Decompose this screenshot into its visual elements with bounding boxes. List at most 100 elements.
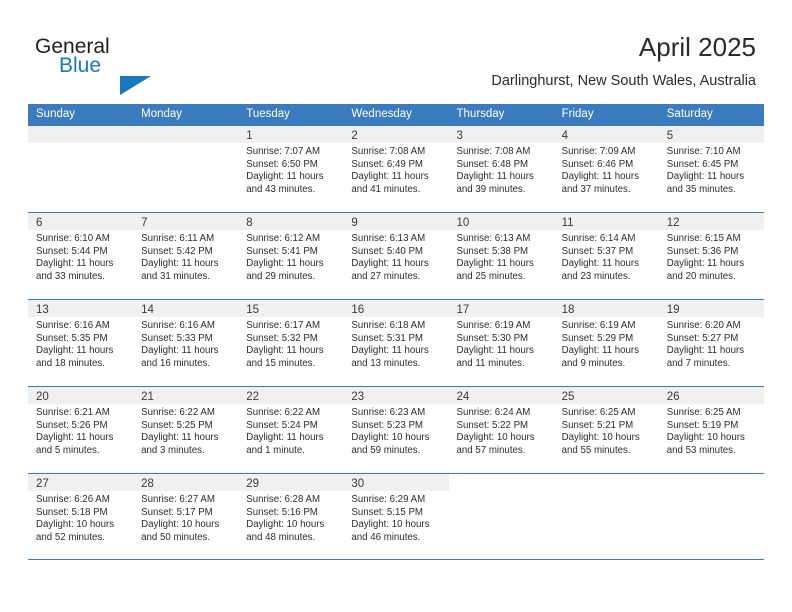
calendar-day-cell[interactable]: 14 Sunrise: 6:16 AM Sunset: 5:33 PM Dayligh…: [133, 300, 239, 386]
calendar-weeks: 1 Sunrise: 7:07 AM Sunset: 6:50 PM Daylight…: [28, 125, 764, 560]
page-subtitle: Darlinghurst, New South Wales, Australia: [491, 73, 756, 89]
day-number-band: 30: [343, 474, 449, 491]
calendar-day-cell[interactable]: 18 Sunrise: 6:19 AM Sunset: 5:29 PM Dayligh…: [553, 300, 659, 386]
weekday-header-tuesday: Tuesday: [246, 108, 290, 120]
day-number: 3: [456, 130, 463, 142]
calendar-day-cell[interactable]: 12 Sunrise: 6:15 AM Sunset: 5:36 PM Dayligh…: [658, 213, 764, 299]
sunset-text: Sunset: 5:24 PM: [246, 419, 318, 431]
sunrise-text: Sunrise: 6:11 AM: [141, 233, 215, 244]
day-number-band: 20: [28, 387, 134, 404]
day-number: 27: [36, 478, 49, 490]
sunset-text: Sunset: 6:48 PM: [456, 158, 529, 170]
calendar-day-cell[interactable]: 8 Sunrise: 6:12 AM Sunset: 5:41 PM Daylight…: [238, 213, 344, 299]
day-number-band: 1: [238, 126, 344, 143]
daylight-text-line2: and 1 minute.: [246, 444, 305, 456]
calendar-day-cell[interactable]: 10 Sunrise: 6:13 AM Sunset: 5:38 PM Dayligh…: [448, 213, 554, 299]
day-details: Sunrise: 6:19 AM Sunset: 5:30 PM Daylight:…: [449, 317, 554, 370]
day-number: 10: [456, 217, 470, 229]
calendar-day-cell[interactable]: 13 Sunrise: 6:16 AM Sunset: 5:35 PM Dayligh…: [28, 300, 134, 386]
calendar-day-cell[interactable]: 26 Sunrise: 6:25 AM Sunset: 5:19 PM Dayligh…: [658, 387, 764, 473]
calendar-day-cell[interactable]: 25 Sunrise: 6:25 AM Sunset: 5:21 PM Dayligh…: [553, 387, 659, 473]
sunrise-text: Sunrise: 6:23 AM: [351, 407, 426, 418]
general-blue-logo[interactable]: General Blue: [35, 36, 235, 95]
calendar-day-cell[interactable]: 20 Sunrise: 6:21 AM Sunset: 5:26 PM Dayligh…: [28, 387, 134, 473]
sunset-text: Sunset: 5:42 PM: [141, 245, 213, 257]
day-number-band: 5: [658, 126, 764, 143]
calendar-day-cell[interactable]: 11 Sunrise: 6:14 AM Sunset: 5:37 PM Dayligh…: [553, 213, 659, 299]
logo-text-blue: Blue: [59, 54, 102, 77]
day-details: Sunrise: 6:18 AM Sunset: 5:31 PM Daylight:…: [343, 317, 448, 370]
sunset-text: Sunset: 5:18 PM: [36, 506, 108, 518]
calendar-day-cell[interactable]: 15 Sunrise: 6:17 AM Sunset: 5:32 PM Dayligh…: [238, 300, 344, 386]
day-number: 26: [666, 391, 680, 403]
calendar-day-cell[interactable]: 23 Sunrise: 6:23 AM Sunset: 5:23 PM Dayligh…: [343, 387, 449, 473]
calendar-day-cell[interactable]: 3 Sunrise: 7:08 AM Sunset: 6:48 PM Daylight…: [448, 126, 554, 212]
daylight-text-line1: Daylight: 11 hours: [351, 171, 429, 183]
day-number-band: 3: [448, 126, 554, 143]
daylight-text-line1: Daylight: 10 hours: [351, 519, 430, 531]
day-number-band: 12: [658, 213, 764, 230]
sunrise-text: Sunrise: 6:19 AM: [561, 320, 636, 331]
day-details: Sunrise: 7:10 AM Sunset: 6:45 PM Daylight:…: [659, 143, 764, 196]
daylight-text-line1: Daylight: 10 hours: [351, 432, 430, 444]
daylight-text-line2: and 43 minutes.: [246, 183, 316, 195]
day-number-band: 11: [553, 213, 659, 230]
calendar-week-row: 6 Sunrise: 6:10 AM Sunset: 5:44 PM Daylight…: [28, 212, 764, 299]
calendar-day-cell[interactable]: 4 Sunrise: 7:09 AM Sunset: 6:46 PM Daylight…: [553, 126, 659, 212]
sunset-text: Sunset: 5:33 PM: [141, 332, 213, 344]
sunset-text: Sunset: 5:15 PM: [351, 506, 423, 518]
sunrise-text: Sunrise: 6:17 AM: [246, 320, 321, 331]
day-number: 4: [561, 130, 569, 142]
day-details: Sunrise: 6:27 AM Sunset: 5:17 PM Daylight:…: [133, 491, 238, 544]
calendar-day-cell[interactable]: 2 Sunrise: 7:08 AM Sunset: 6:49 PM Daylight…: [343, 126, 449, 212]
day-details: Sunrise: 6:14 AM Sunset: 5:37 PM Daylight:…: [554, 230, 659, 283]
calendar-day-cell[interactable]: 30 Sunrise: 6:29 AM Sunset: 5:15 PM Dayligh…: [343, 474, 449, 559]
sunset-text: Sunset: 5:17 PM: [141, 506, 213, 518]
weekday-header-sunday: Sunday: [36, 108, 76, 120]
calendar-week-row: 20 Sunrise: 6:21 AM Sunset: 5:26 PM Dayligh…: [28, 386, 764, 473]
day-number-band: 27: [28, 474, 134, 491]
day-number-band: [448, 474, 554, 491]
sunset-text: Sunset: 5:44 PM: [36, 245, 108, 257]
day-number: 24: [456, 391, 470, 403]
day-details: [659, 491, 764, 494]
sunrise-text: Sunrise: 6:26 AM: [36, 494, 110, 505]
day-number-band: 24: [448, 387, 554, 404]
daylight-text-line2: and 59 minutes.: [351, 444, 421, 456]
calendar-day-cell[interactable]: 7 Sunrise: 6:11 AM Sunset: 5:42 PM Daylight…: [133, 213, 239, 299]
sunrise-text: Sunrise: 6:16 AM: [141, 320, 215, 331]
sunrise-text: Sunrise: 7:08 AM: [456, 146, 531, 157]
sunrise-text: Sunrise: 6:16 AM: [36, 320, 110, 331]
daylight-text-line1: Daylight: 11 hours: [141, 345, 219, 357]
calendar-day-cell[interactable]: 19 Sunrise: 6:20 AM Sunset: 5:27 PM Dayligh…: [658, 300, 764, 386]
calendar-day-cell[interactable]: 9 Sunrise: 6:13 AM Sunset: 5:40 PM Daylight…: [343, 213, 449, 299]
calendar-day-cell[interactable]: 24 Sunrise: 6:24 AM Sunset: 5:22 PM Dayligh…: [448, 387, 554, 473]
day-number-band: 6: [28, 213, 134, 230]
day-number: 21: [141, 391, 154, 403]
sunrise-text: Sunrise: 7:08 AM: [351, 146, 426, 157]
calendar-day-cell[interactable]: 22 Sunrise: 6:22 AM Sunset: 5:24 PM Dayligh…: [238, 387, 344, 473]
calendar-day-cell[interactable]: 27 Sunrise: 6:26 AM Sunset: 5:18 PM Dayligh…: [28, 474, 134, 559]
calendar-day-cell[interactable]: 28 Sunrise: 6:27 AM Sunset: 5:17 PM Dayligh…: [133, 474, 239, 559]
day-number-band: 14: [133, 300, 239, 317]
calendar-day-cell[interactable]: 6 Sunrise: 6:10 AM Sunset: 5:44 PM Daylight…: [28, 213, 134, 299]
sunrise-text: Sunrise: 6:19 AM: [456, 320, 531, 331]
day-details: Sunrise: 7:09 AM Sunset: 6:46 PM Daylight:…: [554, 143, 659, 196]
sunset-text: Sunset: 5:22 PM: [456, 419, 529, 431]
daylight-text-line2: and 13 minutes.: [351, 357, 421, 369]
day-number-band: 2: [343, 126, 449, 143]
day-details: Sunrise: 6:21 AM Sunset: 5:26 PM Daylight:…: [28, 404, 133, 457]
calendar-day-cell[interactable]: 29 Sunrise: 6:28 AM Sunset: 5:16 PM Dayligh…: [238, 474, 344, 559]
calendar-day-cell[interactable]: 1 Sunrise: 7:07 AM Sunset: 6:50 PM Daylight…: [238, 126, 344, 212]
page-title: April 2025: [638, 32, 756, 62]
calendar-day-cell[interactable]: 16 Sunrise: 6:18 AM Sunset: 5:31 PM Dayligh…: [343, 300, 449, 386]
daylight-text-line2: and 5 minutes.: [36, 444, 100, 456]
sunset-text: Sunset: 5:36 PM: [666, 245, 739, 257]
daylight-text-line1: Daylight: 11 hours: [246, 258, 324, 270]
day-number-band: 26: [658, 387, 764, 404]
calendar-day-cell[interactable]: 17 Sunrise: 6:19 AM Sunset: 5:30 PM Dayligh…: [448, 300, 554, 386]
day-number-band: 25: [553, 387, 659, 404]
calendar-day-cell[interactable]: 5 Sunrise: 7:10 AM Sunset: 6:45 PM Daylight…: [658, 126, 764, 212]
sunrise-text: Sunrise: 6:27 AM: [141, 494, 215, 505]
calendar-day-cell[interactable]: 21 Sunrise: 6:22 AM Sunset: 5:25 PM Dayligh…: [133, 387, 239, 473]
